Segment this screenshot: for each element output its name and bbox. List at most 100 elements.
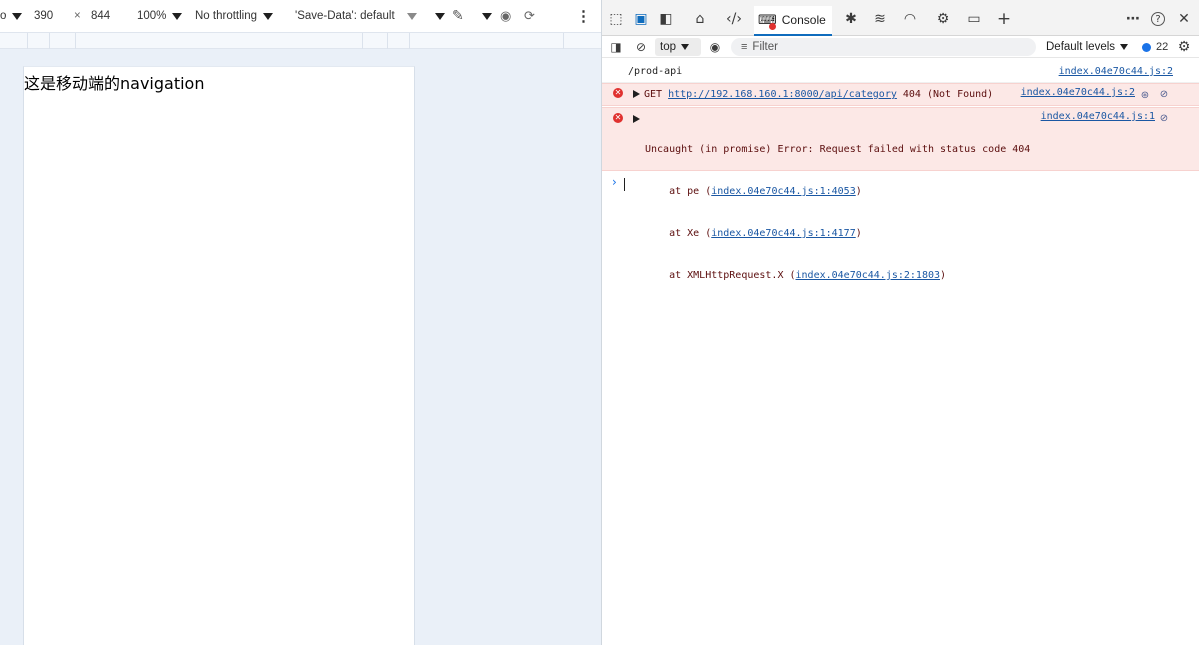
stack-link[interactable]: index.04e70c44.js:2:1803 bbox=[796, 270, 941, 281]
console-prompt-chevron-icon: › bbox=[612, 175, 617, 189]
stack-prefix: at XMLHttpRequest.X ( bbox=[645, 270, 796, 281]
width-input[interactable]: 390 bbox=[34, 0, 53, 32]
context-select[interactable]: top bbox=[655, 38, 701, 56]
get-error-source-link[interactable]: index.04e70c44.js:2 bbox=[1021, 87, 1135, 98]
more-tools-icon[interactable]: ⋯ bbox=[1124, 10, 1142, 28]
tab-console[interactable]: ⌨ Console bbox=[754, 6, 832, 36]
ruler-tick bbox=[387, 33, 388, 49]
help-icon[interactable]: ? bbox=[1151, 12, 1165, 26]
navigation-text: 这是移动端的navigation bbox=[24, 74, 205, 93]
device-select[interactable]: o bbox=[0, 0, 23, 32]
stack-suffix: ) bbox=[855, 228, 862, 239]
log-levels-select[interactable]: Default levels bbox=[1046, 36, 1129, 58]
stack-link[interactable]: index.04e70c44.js:1:4177 bbox=[711, 228, 856, 239]
filter-input[interactable]: ≡ Filter bbox=[731, 38, 1036, 56]
console-input-cursor[interactable] bbox=[624, 178, 625, 191]
elements-tab-icon[interactable]: ‹/› bbox=[725, 10, 743, 28]
settings-gear-icon[interactable]: ⚙ bbox=[934, 10, 952, 28]
devtools-tabbar: ⬚ ▣ ◧ ⌂ ‹/› ⌨ Console ✱ ≋ ◠ ⚙ ▭ + ⋯ ? ✕ bbox=[602, 0, 1199, 36]
console-tab-label: Console bbox=[781, 13, 826, 27]
stack-suffix: ) bbox=[940, 270, 947, 281]
issues-counter[interactable]: 22 bbox=[1142, 36, 1168, 58]
eyedropper-icon[interactable]: ✎ bbox=[452, 0, 464, 32]
welcome-home-icon[interactable]: ⌂ bbox=[691, 10, 709, 28]
help-glyph: ? bbox=[1155, 13, 1161, 25]
close-devtools-icon[interactable]: ✕ bbox=[1175, 10, 1193, 28]
expand-triangle-icon[interactable] bbox=[633, 115, 640, 123]
stack-prefix: at pe ( bbox=[645, 186, 712, 197]
console-settings-gear-icon[interactable]: ⚙ bbox=[1176, 39, 1192, 55]
network-wifi-icon[interactable]: ≋ bbox=[871, 10, 889, 28]
device-select-label: o bbox=[0, 10, 7, 22]
zoom-value: 100% bbox=[137, 10, 167, 22]
dock-side-icon[interactable]: ◧ bbox=[657, 10, 675, 28]
stack-link[interactable]: index.04e70c44.js:1:4053 bbox=[711, 186, 856, 197]
application-icon[interactable]: ▭ bbox=[965, 10, 983, 28]
height-input[interactable]: 844 bbox=[91, 0, 110, 32]
throttling-select[interactable]: No throttling bbox=[195, 0, 274, 32]
chevron-down-icon bbox=[1120, 44, 1129, 50]
more-options-icon[interactable]: ⋮ bbox=[576, 0, 591, 32]
get-error-text: GET http://192.168.160.1:8000/api/catego… bbox=[644, 89, 993, 100]
width-value: 390 bbox=[34, 10, 54, 22]
expand-triangle-icon[interactable] bbox=[633, 90, 640, 98]
console-log-message: /prod-api index.04e70c44.js:2 bbox=[602, 61, 1199, 83]
dimension-separator: × bbox=[74, 0, 81, 32]
sidebar-toggle-icon[interactable]: ◨ bbox=[608, 39, 624, 55]
rotate-device-icon[interactable]: ⟳ bbox=[524, 0, 535, 32]
filter-placeholder: Filter bbox=[752, 41, 778, 53]
add-tab-plus-icon[interactable]: + bbox=[995, 9, 1013, 29]
throttling-value: No throttling bbox=[195, 10, 258, 22]
get-method: GET bbox=[644, 89, 669, 100]
media-query-ruler[interactable] bbox=[0, 32, 601, 49]
zoom-select[interactable]: 100% bbox=[137, 0, 183, 32]
more-glyph: ⋮ bbox=[576, 8, 591, 25]
chevron-down-icon bbox=[406, 12, 417, 20]
error-x-icon: ✕ bbox=[613, 113, 623, 123]
vision-select[interactable] bbox=[476, 0, 492, 32]
device-toolbar-icon[interactable]: ▣ bbox=[632, 10, 650, 28]
more-tools-glyph: ⋯ bbox=[1126, 11, 1140, 27]
height-value: 844 bbox=[91, 10, 111, 22]
stack-suffix: ) bbox=[855, 186, 862, 197]
get-status: 404 (Not Found) bbox=[896, 89, 994, 100]
device-emulation-pane: o 390 × 844 100% No throttling 'Save-Dat… bbox=[0, 0, 601, 645]
network-request-icon[interactable]: ⊛ bbox=[1139, 89, 1151, 101]
uncaught-error-line: Uncaught (in promise) Error: Request fai… bbox=[645, 144, 1031, 155]
sensors-select[interactable] bbox=[429, 0, 445, 32]
inspect-element-icon[interactable]: ⬚ bbox=[607, 10, 625, 28]
stack-prefix: at Xe ( bbox=[645, 228, 712, 239]
close-glyph: ✕ bbox=[1178, 11, 1190, 27]
eye-icon[interactable]: ◉ bbox=[500, 0, 511, 32]
ruler-tick bbox=[362, 33, 363, 49]
ruler-tick bbox=[75, 33, 76, 49]
chevron-down-icon bbox=[482, 12, 492, 20]
clear-console-icon[interactable]: ⊘ bbox=[633, 39, 649, 55]
console-messages: /prod-api index.04e70c44.js:2 ✕ GET http… bbox=[602, 58, 1199, 645]
log-source-link[interactable]: index.04e70c44.js:2 bbox=[1059, 66, 1173, 77]
chevron-down-icon bbox=[12, 12, 23, 20]
performance-icon[interactable]: ◠ bbox=[901, 10, 919, 28]
save-data-select[interactable]: 'Save-Data': default bbox=[295, 0, 417, 32]
chevron-down-icon bbox=[435, 12, 445, 20]
uncaught-error-source-link[interactable]: index.04e70c44.js:1 bbox=[1041, 111, 1155, 122]
insights-icon[interactable]: ⊘ bbox=[1158, 88, 1170, 100]
mobile-viewport: 这是移动端的navigation bbox=[23, 66, 415, 645]
ruler-tick bbox=[49, 33, 50, 49]
stack-frame: at XMLHttpRequest.X (index.04e70c44.js:2… bbox=[645, 269, 1030, 283]
stack-frame: at Xe (index.04e70c44.js:1:4177) bbox=[645, 227, 1030, 241]
get-url-link[interactable]: http://192.168.160.1:8000/api/category bbox=[668, 89, 897, 100]
times-symbol: × bbox=[74, 10, 81, 22]
live-expression-eye-icon[interactable]: ◉ bbox=[707, 39, 723, 55]
chevron-down-icon bbox=[681, 44, 689, 50]
uncaught-error-text: Uncaught (in promise) Error: Request fai… bbox=[645, 115, 1030, 311]
ruler-tick bbox=[27, 33, 28, 49]
log-levels-label: Default levels bbox=[1046, 41, 1116, 53]
device-toolbar: o 390 × 844 100% No throttling 'Save-Dat… bbox=[0, 0, 601, 32]
ruler-tick bbox=[409, 33, 410, 49]
console-error-uncaught: ✕ Uncaught (in promise) Error: Request f… bbox=[602, 107, 1199, 281]
issues-bubble-icon bbox=[1142, 42, 1151, 52]
sources-bug-icon[interactable]: ✱ bbox=[842, 10, 860, 28]
insights-icon[interactable]: ⊘ bbox=[1158, 112, 1170, 124]
context-value: top bbox=[660, 41, 676, 53]
